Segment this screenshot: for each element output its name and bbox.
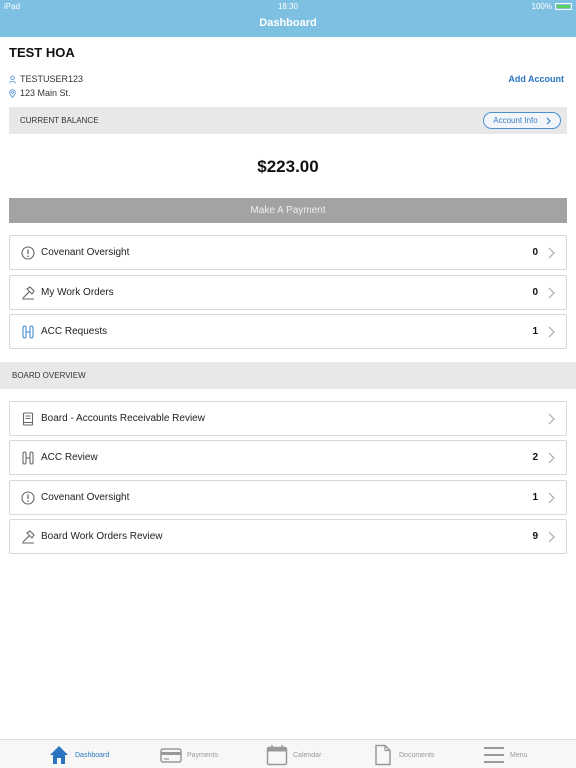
- hoa-name: TEST HOA: [9, 45, 75, 60]
- acc-requests-row[interactable]: ACC Requests 1: [9, 314, 567, 349]
- app-header: iPad 18:30 100% Dashboard: [0, 0, 576, 37]
- chevron-right-icon: [548, 247, 555, 259]
- row-label: Covenant Oversight: [41, 492, 130, 503]
- tab-label: Documents: [399, 751, 435, 759]
- row-count: 9: [532, 531, 538, 542]
- alert-circle-icon: [21, 246, 35, 260]
- status-time: 18:30: [277, 2, 299, 11]
- row-label: Board - Accounts Receivable Review: [41, 413, 205, 424]
- username-line: TESTUSER123: [9, 74, 83, 84]
- battery-icon: [555, 3, 572, 10]
- document-icon: [375, 744, 391, 766]
- row-count: 0: [532, 247, 538, 258]
- chevron-right-icon: [548, 492, 555, 504]
- current-balance-label: CURRENT BALANCE: [20, 116, 99, 125]
- row-count: 1: [532, 492, 538, 503]
- credit-card-icon: [160, 748, 182, 763]
- row-count: 2: [532, 452, 538, 463]
- row-count: 1: [532, 326, 538, 337]
- page-title: Dashboard: [259, 17, 317, 29]
- chevron-right-icon: [548, 531, 555, 543]
- accounts-receivable-review-row[interactable]: Board - Accounts Receivable Review: [9, 401, 567, 436]
- alert-circle-icon: [21, 491, 35, 505]
- current-balance-bar: CURRENT BALANCE Account Info: [9, 107, 567, 134]
- battery-percent: 100%: [531, 2, 552, 11]
- board-overview-bar: BOARD OVERVIEW: [0, 362, 576, 389]
- user-icon: [9, 75, 16, 83]
- calendar-icon: [266, 745, 288, 766]
- chevron-right-icon: [548, 413, 555, 425]
- location-pin-icon: [9, 88, 16, 98]
- row-label: Board Work Orders Review: [41, 531, 163, 542]
- tab-label: Menu: [510, 751, 528, 759]
- acc-icon: [22, 325, 34, 339]
- board-covenant-oversight-row[interactable]: Covenant Oversight 1: [9, 480, 567, 515]
- home-icon: [50, 746, 68, 764]
- tab-calendar[interactable]: Calendar: [266, 743, 321, 767]
- tab-documents[interactable]: Documents: [372, 743, 434, 767]
- username: TESTUSER123: [20, 74, 84, 84]
- address-line: 123 Main St.: [9, 88, 71, 98]
- my-work-orders-row[interactable]: My Work Orders 0: [9, 275, 567, 310]
- balance-amount: $223.00: [257, 157, 319, 176]
- tab-payments[interactable]: Payments: [160, 743, 218, 767]
- hammer-icon: [22, 286, 35, 300]
- row-count: 0: [532, 287, 538, 298]
- add-account-link[interactable]: Add Account: [508, 74, 564, 84]
- account-info-button[interactable]: Account Info: [483, 112, 561, 129]
- bottom-tab-bar: Dashboard Payments Calendar Documents Me…: [0, 739, 576, 768]
- make-payment-button[interactable]: Make A Payment: [9, 198, 567, 223]
- chevron-right-icon: [548, 452, 555, 464]
- board-work-orders-review-row[interactable]: Board Work Orders Review 9: [9, 519, 567, 554]
- chevron-right-icon: [548, 326, 555, 338]
- row-label: Covenant Oversight: [41, 247, 130, 258]
- covenant-oversight-row[interactable]: Covenant Oversight 0: [9, 235, 567, 270]
- address: 123 Main St.: [20, 88, 71, 98]
- tab-label: Calendar: [293, 751, 322, 759]
- tab-label: Payments: [187, 751, 219, 759]
- account-info-label: Account Info: [493, 116, 538, 125]
- tab-label: Dashboard: [75, 751, 110, 759]
- book-icon: [22, 412, 34, 426]
- row-label: ACC Review: [41, 452, 98, 463]
- hammer-icon: [22, 530, 35, 544]
- menu-icon: [484, 747, 504, 763]
- chevron-right-icon: [548, 287, 555, 299]
- row-label: ACC Requests: [41, 326, 108, 337]
- row-label: My Work Orders: [41, 287, 114, 298]
- acc-icon: [22, 451, 34, 465]
- chevron-right-icon: [546, 117, 551, 124]
- acc-review-row[interactable]: ACC Review 2: [9, 440, 567, 475]
- board-overview-label: BOARD OVERVIEW: [12, 371, 86, 380]
- tab-dashboard[interactable]: Dashboard: [48, 743, 109, 767]
- tab-menu[interactable]: Menu: [483, 743, 528, 767]
- status-battery: 100%: [532, 2, 572, 11]
